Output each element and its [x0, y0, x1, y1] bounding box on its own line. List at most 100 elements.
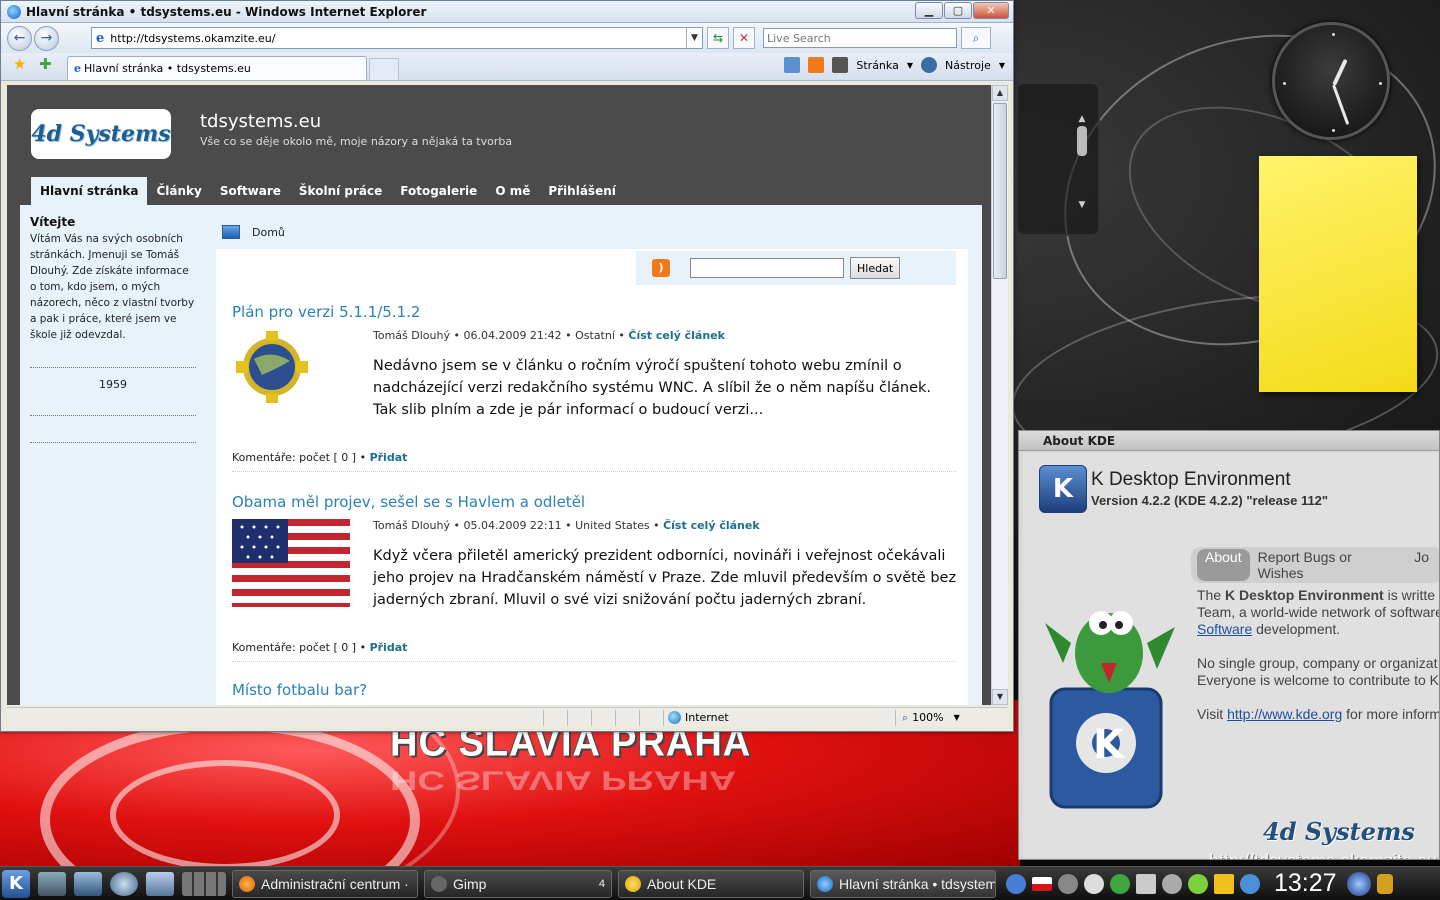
tab-report-bugs[interactable]: Report Bugs or Wishes — [1250, 549, 1407, 581]
kde-org-link[interactable]: http://www.kde.org — [1227, 706, 1342, 722]
minimize-button[interactable]: ▁ — [915, 2, 943, 19]
nav-clanky[interactable]: Články — [147, 177, 210, 205]
article-image[interactable] — [232, 519, 350, 607]
site-title: tdsystems.eu — [200, 111, 322, 132]
site-search-input[interactable] — [690, 258, 844, 278]
maximize-button[interactable]: ▢ — [944, 2, 972, 19]
site-subtitle: Vše co se děje okolo mě, moje názory a n… — [200, 135, 513, 148]
address-input[interactable] — [110, 31, 686, 45]
feeds-icon[interactable] — [808, 57, 825, 73]
nav-o-me[interactable]: O mě — [486, 177, 539, 205]
search-button[interactable]: Hledat — [850, 257, 901, 279]
clipboard-icon[interactable] — [1136, 873, 1156, 894]
task-hlavni-stranka[interactable]: Hlavní stránka • tdsystem — [810, 869, 996, 898]
about-icon — [625, 875, 641, 892]
analog-clock-widget[interactable] — [1272, 22, 1390, 140]
task-about-kde[interactable]: About KDE — [618, 869, 804, 898]
nvidia-icon[interactable] — [1110, 873, 1130, 894]
site-logo[interactable]: 4d Systems — [31, 109, 171, 159]
chevron-down-icon[interactable]: ▼ — [954, 713, 960, 722]
chevron-down-icon[interactable]: ▼ — [907, 61, 913, 70]
widget-scrollbar[interactable]: ▲ ▼ — [1076, 114, 1088, 224]
network-icon[interactable] — [1240, 873, 1260, 894]
close-button[interactable]: ✕ — [973, 2, 1009, 19]
quicklaunch-computer-icon[interactable] — [74, 871, 102, 896]
kde-about-text: The K Desktop Environment is writte Team… — [1197, 587, 1440, 740]
globe-icon — [668, 711, 681, 724]
nav-hlavni-stranka[interactable]: Hlavní stránka — [31, 177, 148, 205]
security-zone[interactable]: Internet — [663, 709, 895, 726]
task-gimp[interactable]: Gimp 4 — [424, 869, 612, 898]
lock-icon[interactable] — [1376, 873, 1393, 894]
scroll-down-icon[interactable]: ▼ — [992, 689, 1008, 705]
nav-prihlaseni[interactable]: Přihlášení — [539, 177, 625, 205]
forward-button[interactable]: → — [34, 25, 59, 51]
nav-software[interactable]: Software — [211, 177, 290, 205]
desktop-toolbox-icon[interactable] — [1346, 871, 1371, 896]
address-dropdown-icon[interactable]: ▼ — [686, 28, 702, 48]
stop-button[interactable]: ✕ — [733, 27, 755, 49]
chat-icon[interactable] — [1084, 873, 1104, 894]
scroll-thumb[interactable] — [1077, 126, 1087, 156]
about-text-bold: K Desktop Environment — [1225, 587, 1384, 603]
nav-skolni-prace[interactable]: Školní práce — [290, 177, 391, 205]
favorites-star-icon[interactable]: ★ — [13, 55, 26, 73]
article-image[interactable] — [232, 329, 350, 407]
rss-icon[interactable]: ) — [652, 259, 670, 277]
power-icon[interactable] — [1006, 873, 1026, 894]
kde-name: K Desktop Environment — [1091, 469, 1291, 490]
read-more-link[interactable]: Číst celý článek — [628, 329, 725, 342]
about-kde-titlebar[interactable]: About KDE — [1019, 431, 1439, 451]
add-favorites-icon[interactable]: ✚ — [39, 55, 52, 73]
page-vertical-scrollbar[interactable]: ▲ ▼ — [991, 85, 1008, 705]
kde-menu-button[interactable]: K — [2, 869, 30, 898]
scroll-down-icon[interactable]: ▼ — [1076, 200, 1088, 210]
address-bar[interactable]: e ▼ — [91, 27, 703, 49]
add-comment-link[interactable]: Přidat — [370, 641, 408, 654]
quicklaunch-settings-icon[interactable] — [110, 871, 138, 896]
task-label: About KDE — [647, 875, 717, 892]
add-comment-link[interactable]: Přidat — [370, 451, 408, 464]
nav-fotogalerie[interactable]: Fotogalerie — [391, 177, 486, 205]
home-icon[interactable] — [784, 57, 801, 73]
article-title[interactable]: Místo fotbalu bar? — [232, 681, 956, 699]
chevron-down-icon[interactable]: ▼ — [999, 61, 1005, 70]
live-search-input[interactable] — [763, 28, 957, 48]
scroll-up-icon[interactable]: ▲ — [992, 85, 1008, 101]
article-title[interactable]: Obama měl projev, sešel se s Havlem a od… — [232, 493, 956, 511]
about-text: Everyone is welcome to contribute to K — [1197, 672, 1440, 688]
sticky-note-widget[interactable] — [1259, 156, 1417, 392]
quicklaunch-terminal-icon[interactable] — [146, 871, 174, 896]
back-button[interactable]: ← — [7, 25, 32, 51]
tools-menu[interactable]: Nástroje — [945, 59, 991, 72]
software-link[interactable]: Software — [1197, 621, 1252, 637]
disk-icon[interactable] — [1058, 873, 1078, 894]
keyboard-layout-icon[interactable] — [1032, 876, 1052, 891]
tab-about[interactable]: About — [1197, 549, 1250, 581]
divider — [30, 415, 196, 416]
update-icon[interactable] — [1188, 873, 1208, 894]
breadcrumb-home[interactable]: Domů — [252, 226, 285, 239]
new-tab-button[interactable] — [369, 58, 399, 80]
scroll-thumb[interactable] — [993, 103, 1007, 279]
about-kde-body: K K Desktop Environment Version 4.2.2 (K… — [1023, 453, 1440, 859]
article-title[interactable]: Plán pro verzi 5.1.1/5.1.2 — [232, 303, 956, 321]
print-icon[interactable] — [832, 57, 849, 73]
taskbar-clock[interactable]: 13:27 — [1274, 869, 1337, 898]
search-icon[interactable]: ⌕ — [961, 27, 991, 49]
ie-titlebar[interactable]: Hlavní stránka • tdsystems.eu - Windows … — [1, 1, 1013, 23]
about-text: Visit — [1197, 706, 1228, 722]
battery-icon[interactable] — [1214, 873, 1234, 894]
tab-join[interactable]: Jo — [1406, 549, 1437, 581]
refresh-button[interactable]: ⇆ — [707, 27, 729, 49]
tab-hlavni-stranka[interactable]: e Hlavní stránka • tdsystems.eu — [67, 56, 367, 80]
zoom-control[interactable]: ⌕ 100% ▼ — [895, 709, 975, 726]
pager-widget[interactable] — [182, 871, 226, 896]
scroll-up-icon[interactable]: ▲ — [1076, 114, 1088, 124]
about-text: for more inform — [1342, 706, 1440, 722]
wireless-icon[interactable] — [1162, 873, 1182, 894]
page-menu[interactable]: Stránka — [856, 59, 898, 72]
read-more-link[interactable]: Číst celý článek — [663, 519, 760, 532]
quicklaunch-network-icon[interactable] — [38, 871, 66, 896]
task-administracni-centrum[interactable]: Administrační centrum · — [232, 869, 418, 898]
